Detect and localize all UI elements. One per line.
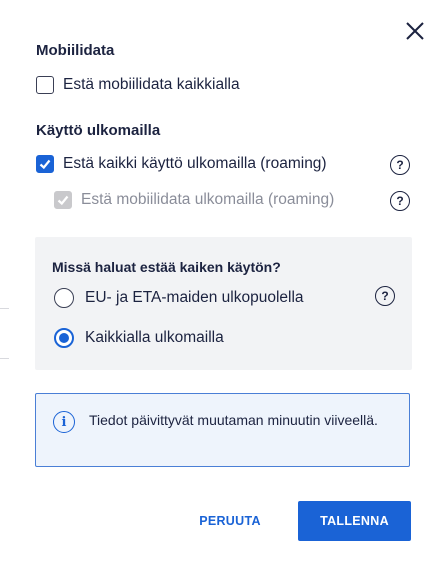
settings-dialog: Mobiilidata Estä mobiilidata kaikkialla … (0, 0, 448, 578)
help-icon[interactable]: ? (375, 286, 395, 306)
block-data-roaming-label: Estä mobiilidata ulkomailla (roaming) (81, 191, 335, 208)
check-icon (57, 195, 69, 206)
save-button[interactable]: TALLENNA (298, 501, 411, 541)
mobile-data-heading: Mobiilidata (36, 42, 115, 59)
help-icon[interactable]: ? (390, 191, 410, 211)
info-text: Tiedot päivittyvät muutaman minuutin vii… (89, 412, 378, 428)
radio-outside-eu-row[interactable]: EU- ja ETA-maiden ulkopuolella (54, 288, 304, 308)
block-data-roaming-checkbox (54, 191, 72, 209)
block-roaming-row[interactable]: Estä kaikki käyttö ulkomailla (roaming) (36, 155, 327, 173)
info-icon: i (53, 411, 75, 433)
block-roaming-label: Estä kaikki käyttö ulkomailla (roaming) (63, 155, 327, 172)
radio-everywhere[interactable] (54, 328, 74, 348)
help-icon[interactable]: ? (390, 155, 410, 175)
radio-everywhere-label: Kaikkialla ulkomailla (85, 329, 224, 346)
info-box: i Tiedot päivittyvät muutaman minuutin v… (35, 393, 410, 467)
abroad-heading: Käyttö ulkomailla (36, 122, 161, 139)
block-data-roaming-row: Estä mobiilidata ulkomailla (roaming) (54, 191, 334, 209)
block-mobile-data-row[interactable]: Estä mobiilidata kaikkialla (36, 76, 240, 94)
close-icon[interactable] (402, 18, 428, 44)
radio-outside-eu-label: EU- ja ETA-maiden ulkopuolella (85, 289, 304, 306)
radio-dot (59, 333, 69, 343)
block-mobile-data-checkbox[interactable] (36, 76, 54, 94)
block-mobile-data-label: Estä mobiilidata kaikkialla (63, 76, 240, 93)
block-location-title: Missä haluat estää kaiken käytön? (52, 259, 281, 275)
background-divider (0, 358, 9, 359)
cancel-button[interactable]: PERUUTA (184, 502, 276, 540)
background-divider (0, 308, 9, 309)
radio-outside-eu[interactable] (54, 288, 74, 308)
check-icon (39, 159, 51, 170)
radio-everywhere-row[interactable]: Kaikkialla ulkomailla (54, 328, 224, 348)
block-roaming-checkbox[interactable] (36, 155, 54, 173)
